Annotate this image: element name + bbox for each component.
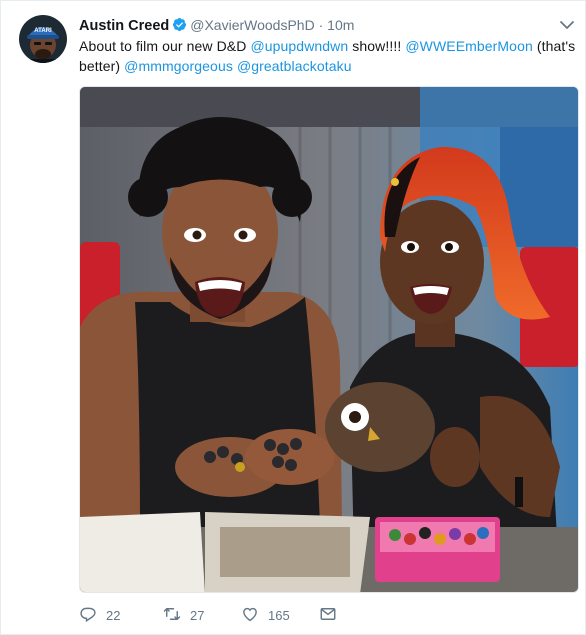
mention-link[interactable]: @upupdwndwn [250,38,348,54]
like-button[interactable]: 165 [241,603,290,627]
reply-button[interactable]: 22 [79,603,120,627]
direct-message-button[interactable] [319,603,337,627]
tweet-card[interactable]: ATARI Austin Creed @XavierWoodsPhD · 10m … [0,0,586,635]
tweet-text: About to film our new D&D @upupdwndwn sh… [79,36,579,76]
retweet-count: 27 [190,607,205,623]
tweet-header: Austin Creed @XavierWoodsPhD · 10m [79,15,549,35]
like-count: 165 [268,607,290,623]
tweet-timestamp[interactable]: 10m [327,17,354,33]
reply-count: 22 [106,607,121,623]
reply-icon [79,605,97,626]
like-icon [241,605,259,626]
direct-message-icon [319,605,337,626]
avatar[interactable]: ATARI [19,15,67,63]
retweet-button[interactable]: 27 [163,603,204,627]
tweet-text-segment: About to film our new D&D [79,38,251,54]
author-handle[interactable]: @XavierWoodsPhD [190,17,314,33]
avatar-image: ATARI [19,15,67,63]
mention-link[interactable]: @WWEEmberMoon [405,38,533,54]
author-name[interactable]: Austin Creed [79,18,169,34]
photo-illustration [80,87,578,592]
tweet-text-segment: show!!!! [348,38,406,54]
tweet-actions: 22 27 165 [79,603,479,627]
tweet-photo[interactable] [79,86,579,593]
avatar-cap-text: ATARI [34,28,52,34]
chevron-down-icon[interactable] [557,15,577,35]
verified-badge-icon [172,17,187,32]
mention-link[interactable]: @mmmgorgeous [124,58,233,74]
mention-link[interactable]: @greatblackotaku [237,58,352,74]
retweet-icon [163,605,181,626]
separator-dot: · [318,17,324,33]
